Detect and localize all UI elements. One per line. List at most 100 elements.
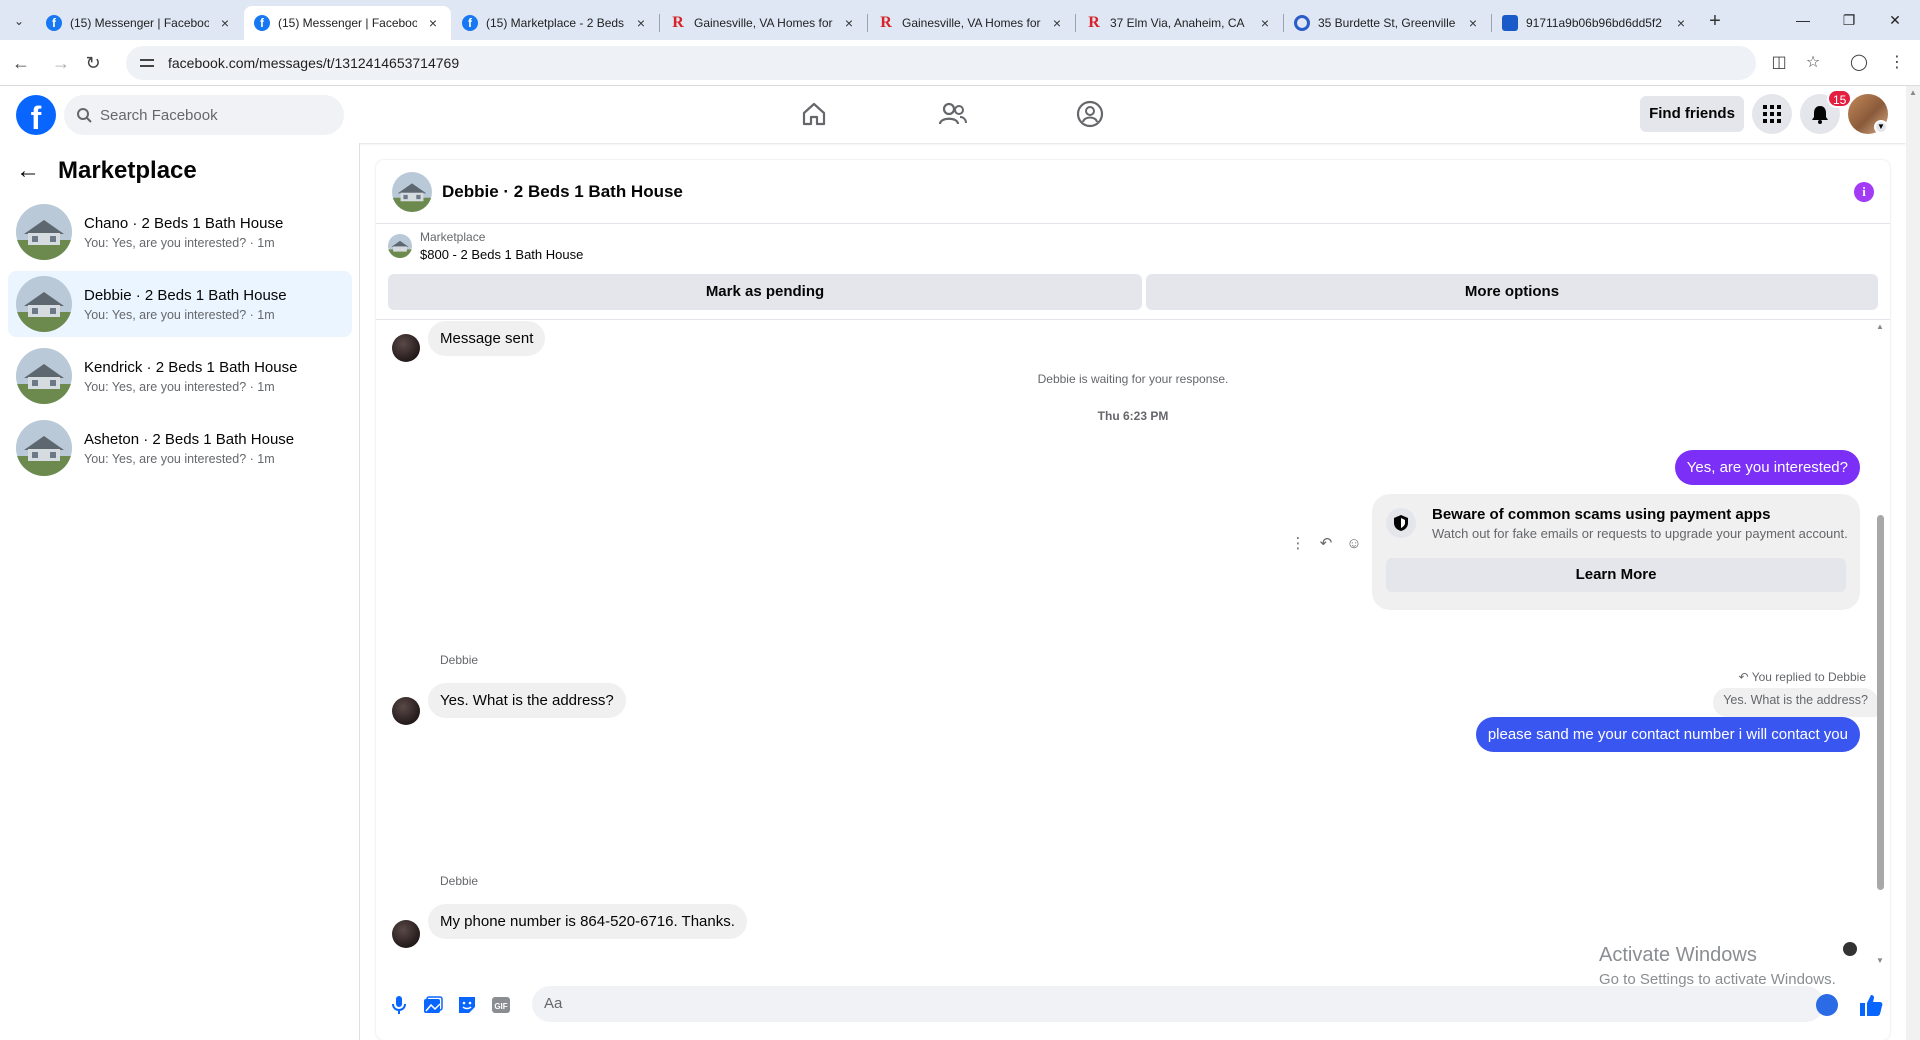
more-icon[interactable]: ⋮ bbox=[1290, 534, 1306, 552]
chat-title[interactable]: Debbie · 2 Beds 1 Bath House bbox=[442, 182, 683, 202]
scroll-down-arrow-icon[interactable]: ▼ bbox=[1876, 956, 1884, 965]
friends-icon bbox=[939, 102, 967, 125]
conversation-name: Chano · 2 Beds 1 Bath House bbox=[84, 214, 284, 232]
facebook-favicon-icon: f bbox=[254, 15, 270, 31]
url-field[interactable]: facebook.com/messages/t/1312414653714769 bbox=[126, 46, 1756, 80]
gif-icon[interactable]: GIF bbox=[490, 994, 512, 1016]
address-bar-row: ← → ↻ facebook.com/messages/t/1312414653… bbox=[0, 40, 1920, 86]
house-thumbnail bbox=[16, 204, 72, 260]
browser-tab[interactable]: R Gainesville, VA Homes for × bbox=[868, 6, 1075, 40]
house-thumbnail bbox=[16, 348, 72, 404]
microphone-icon[interactable] bbox=[388, 994, 410, 1016]
reply-icon[interactable]: ↶ bbox=[1318, 534, 1334, 552]
url-text: facebook.com/messages/t/1312414653714769 bbox=[168, 55, 460, 71]
message-actions: ⋮ ↶ ☺ bbox=[1290, 534, 1362, 553]
listing-label: Marketplace bbox=[420, 230, 486, 244]
chevron-down-icon[interactable]: ▼ bbox=[1874, 120, 1888, 134]
search-box[interactable]: Search Facebook bbox=[64, 95, 344, 135]
document-favicon-icon bbox=[1502, 15, 1518, 31]
tab-title: 91711a9b06b96bd6dd5f2 bbox=[1526, 16, 1662, 30]
install-app-icon[interactable]: ◫ bbox=[1768, 52, 1790, 74]
close-tab-icon[interactable]: × bbox=[841, 15, 857, 31]
bookmark-star-icon[interactable]: ☆ bbox=[1802, 52, 1824, 74]
thumbs-up-icon[interactable] bbox=[1858, 992, 1884, 1018]
conversation-item[interactable]: Asheton · 2 Beds 1 Bath House You: Yes, … bbox=[8, 415, 352, 481]
avatar bbox=[392, 920, 420, 948]
message-bubble-incoming: Yes. What is the address? bbox=[428, 683, 626, 718]
restore-window-button[interactable]: ❐ bbox=[1826, 0, 1872, 40]
scroll-up-arrow-icon[interactable]: ▲ bbox=[1909, 88, 1917, 97]
conversation-item[interactable]: Kendrick · 2 Beds 1 Bath House You: Yes,… bbox=[8, 343, 352, 409]
emoji-icon[interactable] bbox=[1816, 994, 1838, 1016]
tab-title: (15) Marketplace - 2 Beds bbox=[486, 16, 625, 30]
shield-icon bbox=[1386, 508, 1416, 538]
react-emoji-icon[interactable]: ☺ bbox=[1346, 535, 1362, 552]
listing-summary[interactable]: Marketplace $800 - 2 Beds 1 Bath House bbox=[388, 230, 583, 262]
close-tab-icon[interactable]: × bbox=[1049, 15, 1065, 31]
close-window-button[interactable]: ✕ bbox=[1872, 0, 1918, 40]
scroll-up-arrow-icon[interactable]: ▲ bbox=[1876, 322, 1884, 331]
watermark-line-1: Activate Windows bbox=[1599, 944, 1757, 966]
back-arrow-icon[interactable]: ← bbox=[16, 157, 42, 185]
conversation-item[interactable]: Chano · 2 Beds 1 Bath House You: Yes, ar… bbox=[8, 199, 352, 265]
reload-button[interactable]: ↻ bbox=[80, 50, 106, 76]
avatar bbox=[392, 334, 420, 362]
browser-tab-active[interactable]: f (15) Messenger | Facebook × bbox=[244, 6, 451, 40]
reply-label: ↶ You replied to Debbie bbox=[1739, 670, 1866, 684]
back-button[interactable]: ← bbox=[8, 50, 34, 76]
forward-button[interactable]: → bbox=[48, 50, 74, 76]
message-bubble-outgoing: Yes, are you interested? bbox=[1674, 450, 1860, 485]
home-nav-button[interactable] bbox=[786, 94, 842, 134]
conversation-name: Debbie · 2 Beds 1 Bath House bbox=[84, 286, 287, 304]
close-tab-icon[interactable]: × bbox=[425, 15, 441, 31]
message-list: Message sent Debbie is waiting for your … bbox=[376, 320, 1890, 970]
close-tab-icon[interactable]: × bbox=[1257, 15, 1273, 31]
learn-more-button[interactable]: Learn More bbox=[1386, 558, 1846, 592]
facebook-logo-icon[interactable]: f bbox=[16, 95, 56, 136]
chat-scrollbar[interactable]: ▲ ▼ bbox=[1876, 320, 1886, 970]
search-input[interactable]: Search Facebook bbox=[100, 107, 218, 124]
close-tab-icon[interactable]: × bbox=[217, 15, 233, 31]
photo-icon[interactable] bbox=[422, 994, 444, 1016]
close-tab-icon[interactable]: × bbox=[1673, 15, 1689, 31]
browser-menu-icon[interactable]: ⋮ bbox=[1886, 52, 1908, 74]
tab-title: (15) Messenger | Facebook bbox=[70, 16, 209, 30]
browser-tab[interactable]: 91711a9b06b96bd6dd5f2 × bbox=[1492, 6, 1699, 40]
close-tab-icon[interactable]: × bbox=[633, 15, 649, 31]
bell-icon bbox=[1812, 106, 1828, 124]
more-options-button[interactable]: More options bbox=[1146, 274, 1878, 310]
mark-as-pending-button[interactable]: Mark as pending bbox=[388, 274, 1142, 310]
realtor-favicon-icon: R bbox=[1088, 14, 1100, 31]
browser-tab[interactable]: f (15) Messenger | Facebook × bbox=[36, 6, 243, 40]
site-info-icon[interactable] bbox=[140, 56, 156, 70]
page-scrollbar[interactable]: ▲ bbox=[1906, 86, 1920, 1040]
menu-grid-button[interactable] bbox=[1752, 94, 1792, 134]
facebook-favicon-icon: f bbox=[46, 15, 62, 31]
scrollbar-thumb[interactable] bbox=[1877, 515, 1884, 890]
browser-tab[interactable]: f (15) Marketplace - 2 Beds × bbox=[452, 6, 659, 40]
tab-title: (15) Messenger | Facebook bbox=[278, 16, 417, 30]
friends-nav-button[interactable] bbox=[925, 94, 981, 134]
new-tab-button[interactable]: + bbox=[1702, 8, 1728, 34]
conversation-preview: You: Yes, are you interested? · 1m bbox=[84, 451, 275, 466]
browser-tab[interactable]: R 37 Elm Via, Anaheim, CA × bbox=[1076, 6, 1283, 40]
info-icon[interactable]: i bbox=[1854, 182, 1874, 202]
scam-warning-card: Beware of common scams using payment app… bbox=[1372, 494, 1860, 610]
message-input[interactable]: Aa bbox=[532, 986, 1824, 1022]
find-friends-button[interactable]: Find friends bbox=[1640, 96, 1744, 132]
message-bubble-incoming: My phone number is 864-520-6716. Thanks. bbox=[428, 904, 747, 939]
sticker-icon[interactable] bbox=[456, 994, 478, 1016]
browser-tab-strip: ⌄ f (15) Messenger | Facebook × f (15) M… bbox=[0, 0, 1920, 40]
minimize-window-button[interactable]: — bbox=[1780, 0, 1826, 40]
browser-tab[interactable]: R Gainesville, VA Homes for × bbox=[660, 6, 867, 40]
groups-nav-button[interactable] bbox=[1062, 94, 1118, 134]
facebook-favicon-icon: f bbox=[462, 15, 478, 31]
browser-tab[interactable]: 35 Burdette St, Greenville × bbox=[1284, 6, 1491, 40]
profile-icon[interactable]: ◯ bbox=[1848, 52, 1870, 74]
conversation-item-active[interactable]: Debbie · 2 Beds 1 Bath House You: Yes, a… bbox=[8, 271, 352, 337]
facebook-header: f Search Facebook Find friends 15 ▼ bbox=[0, 86, 1906, 143]
close-tab-icon[interactable]: × bbox=[1465, 15, 1481, 31]
chat-house-thumbnail[interactable] bbox=[392, 171, 432, 212]
tab-search-chevron-icon[interactable]: ⌄ bbox=[8, 10, 30, 32]
sender-name: Debbie bbox=[440, 874, 479, 888]
